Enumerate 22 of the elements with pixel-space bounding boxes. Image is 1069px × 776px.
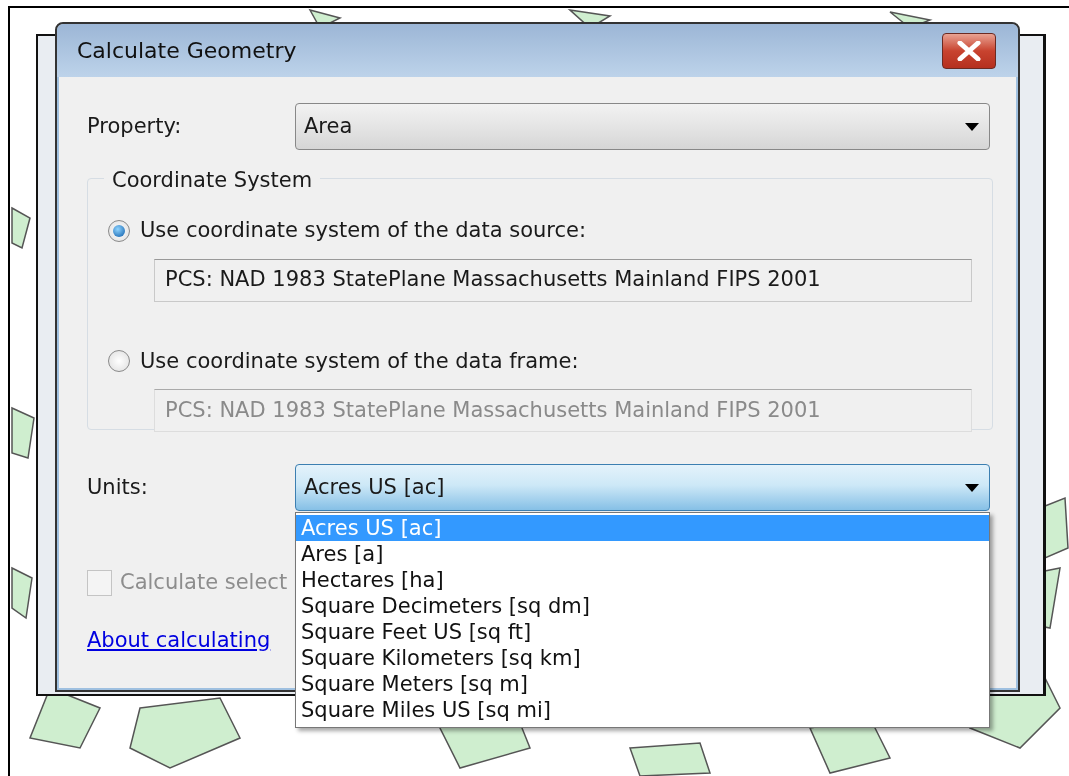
window-title: Calculate Geometry (77, 37, 297, 65)
dropdown-option[interactable]: Hectares [ha] (296, 567, 989, 593)
radio-label: Use coordinate system of the data source: (140, 217, 587, 244)
dropdown-option[interactable]: Square Decimeters [sq dm] (296, 593, 989, 619)
radio-button[interactable] (108, 219, 130, 242)
checkbox-label: Calculate select (120, 569, 288, 596)
caret-icon (965, 483, 979, 492)
help-link[interactable]: About calculating (87, 624, 271, 656)
coordinate-system-field[interactable]: PCS: NAD 1983 StatePlane Massachusetts Mainland FIPS 2001 (154, 258, 972, 302)
dropdown-option[interactable]: Ares [a] (296, 541, 989, 567)
field-label: Units: (87, 473, 149, 501)
field-label: Property: (87, 112, 183, 140)
close-icon (956, 40, 982, 61)
dropdown-option[interactable]: Square Miles US [sq mi] (296, 697, 989, 723)
dropdown-option[interactable]: Square Feet US [sq ft] (296, 619, 989, 645)
property-dropdown[interactable]: Area (295, 103, 990, 150)
units-dropdown[interactable]: Acres US [ac] (295, 464, 990, 511)
radio-label: Use coordinate system of the data frame: (140, 347, 579, 375)
close-button[interactable] (942, 32, 996, 69)
dropdown-option[interactable]: Square Meters [sq m] (296, 671, 989, 697)
caret-icon (965, 122, 979, 131)
dropdown-option[interactable]: Square Kilometers [sq km] (296, 645, 989, 671)
